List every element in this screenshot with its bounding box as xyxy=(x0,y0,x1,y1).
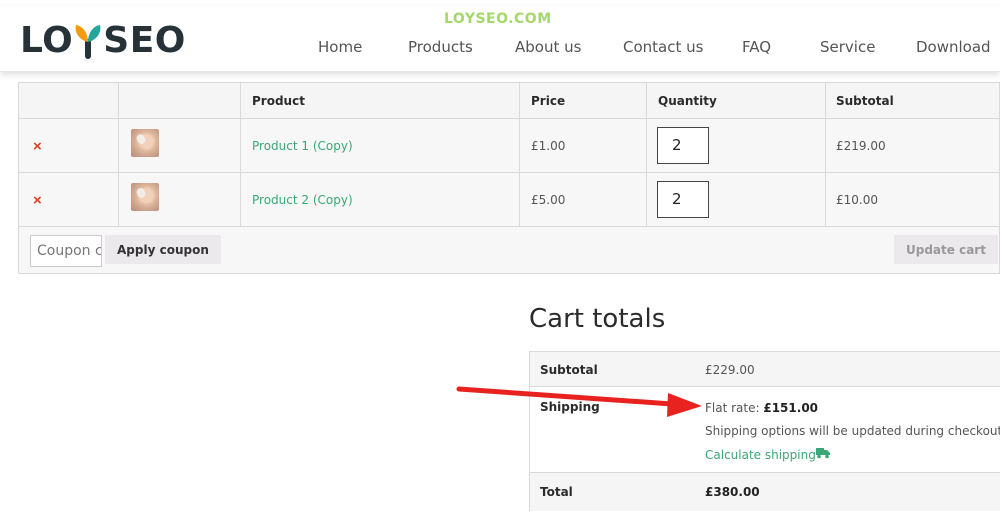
nav-contact-us[interactable]: Contact us xyxy=(623,38,703,56)
product-subtotal: £10.00 xyxy=(836,193,878,207)
remove-item-icon[interactable]: × xyxy=(33,138,42,155)
product-price: £5.00 xyxy=(531,193,566,207)
cart-page: LO SEO LOYSEO.COM Home Products About us… xyxy=(0,0,1000,515)
product-thumbnail[interactable] xyxy=(131,129,159,157)
shipping-amount: £151.00 xyxy=(763,401,819,415)
header-product: Product xyxy=(252,94,305,108)
subtotal-value: £229.00 xyxy=(705,363,755,377)
column-divider xyxy=(519,83,520,227)
nav-service[interactable]: Service xyxy=(820,38,875,56)
column-divider xyxy=(825,83,826,227)
coupon-code-input[interactable]: Coupon code xyxy=(30,235,102,267)
product-thumbnail[interactable] xyxy=(131,183,159,211)
table-row: × Product 1 (Copy) £1.00 2 £219.00 xyxy=(19,119,999,173)
product-link[interactable]: Product 2 (Copy) xyxy=(252,193,353,207)
header-price: Price xyxy=(531,94,566,108)
header-quantity: Quantity xyxy=(658,94,717,108)
calculate-shipping-link[interactable]: Calculate shipping xyxy=(705,448,816,462)
apply-coupon-button[interactable]: Apply coupon xyxy=(105,235,221,264)
site-header: LO SEO LOYSEO.COM Home Products About us… xyxy=(0,6,1000,72)
cart-table: Product Price Quantity Subtotal × Produc… xyxy=(18,82,1000,274)
logo-text-right: SEO xyxy=(103,19,186,61)
site-logo[interactable]: LO SEO xyxy=(20,19,186,61)
cart-actions: Coupon code Apply coupon Update cart xyxy=(19,227,999,273)
total-value: £380.00 xyxy=(705,485,760,499)
product-price: £1.00 xyxy=(531,139,566,153)
product-link[interactable]: Product 1 (Copy) xyxy=(252,139,353,153)
logo-text-left: LO xyxy=(20,19,74,61)
table-row: × Product 2 (Copy) £5.00 2 £10.00 xyxy=(19,173,999,227)
nav-download[interactable]: Download xyxy=(916,38,991,56)
remove-item-icon[interactable]: × xyxy=(33,192,42,209)
cart-totals-title: Cart totals xyxy=(529,304,666,334)
column-divider xyxy=(646,83,647,227)
shipping-method: Flat rate: xyxy=(705,401,760,415)
totals-subtotal-row: Subtotal £229.00 xyxy=(530,352,1000,387)
shipping-label: Shipping xyxy=(540,400,600,414)
total-label: Total xyxy=(540,485,573,499)
nav-faq[interactable]: FAQ xyxy=(742,38,771,56)
nav-about-us[interactable]: About us xyxy=(515,38,581,56)
cart-totals-table: Subtotal £229.00 Shipping Flat rate: £15… xyxy=(529,351,1000,511)
column-divider xyxy=(118,83,119,227)
cart-table-header: Product Price Quantity Subtotal xyxy=(19,83,999,119)
subtotal-label: Subtotal xyxy=(540,363,598,377)
header-subtotal: Subtotal xyxy=(836,94,894,108)
product-subtotal: £219.00 xyxy=(836,139,886,153)
quantity-input[interactable]: 2 xyxy=(657,127,709,164)
totals-total-row: Total £380.00 xyxy=(530,473,1000,511)
quantity-input[interactable]: 2 xyxy=(657,181,709,218)
nav-products[interactable]: Products xyxy=(408,38,473,56)
nav-home[interactable]: Home xyxy=(318,38,362,56)
watermark-text: LOYSEO.COM xyxy=(444,11,552,27)
totals-shipping-row: Shipping Flat rate: £151.00 Shipping opt… xyxy=(530,387,1000,473)
update-cart-button[interactable]: Update cart xyxy=(894,235,998,264)
truck-icon[interactable] xyxy=(816,447,830,459)
logo-mark-icon xyxy=(73,20,103,60)
column-divider xyxy=(240,83,241,227)
shipping-rate: Flat rate: £151.00 xyxy=(705,401,818,415)
shipping-note: Shipping options will be updated during … xyxy=(705,424,1000,438)
